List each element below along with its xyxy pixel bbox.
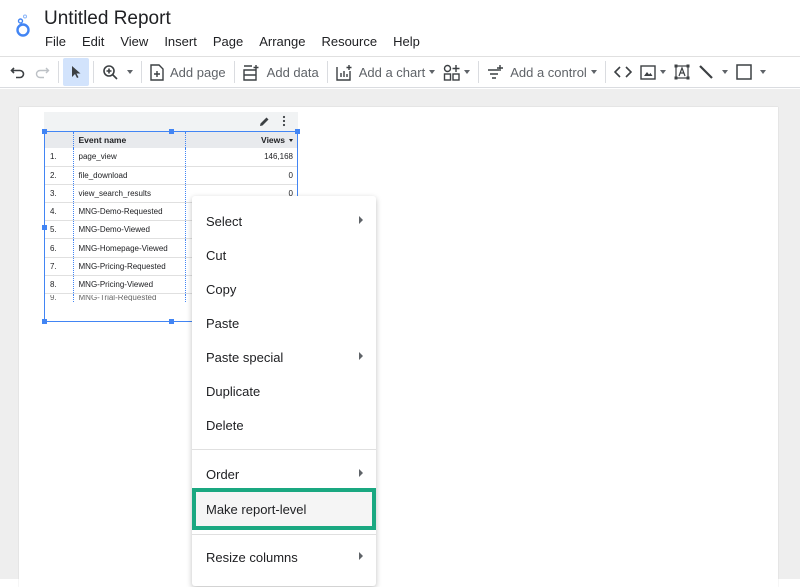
add-page-label: Add page — [170, 64, 226, 80]
menu-edit[interactable]: Edit — [74, 34, 112, 50]
menu-item-select[interactable]: Select — [192, 204, 376, 238]
looker-studio-logo-icon[interactable] — [15, 13, 33, 37]
add-chart-icon — [336, 64, 352, 81]
undo-icon — [10, 67, 25, 79]
menu-item-cut[interactable]: Cut — [192, 238, 376, 272]
zoom-button[interactable] — [98, 58, 137, 86]
menu-help[interactable]: Help — [385, 34, 428, 50]
resize-handle-left[interactable] — [42, 225, 47, 230]
menu-item-label: Order — [206, 466, 240, 482]
image-button[interactable] — [636, 58, 670, 86]
chevron-down-icon — [590, 70, 597, 74]
menu-item-label: Duplicate — [206, 383, 261, 399]
rectangle-icon — [736, 64, 752, 80]
chevron-down-icon — [429, 70, 436, 74]
toolbar-divider — [478, 61, 480, 83]
pointer-icon — [72, 66, 81, 78]
menu-item-delete[interactable]: Delete — [192, 408, 376, 442]
add-control-button[interactable]: Add a control — [483, 58, 601, 86]
chevron-down-icon — [464, 70, 471, 74]
add-data-icon — [242, 64, 259, 81]
toolbar-divider — [93, 61, 94, 83]
add-page-button[interactable]: Add page — [146, 58, 230, 86]
menu-view[interactable]: View — [112, 34, 156, 50]
chevron-down-icon — [127, 70, 133, 74]
pencil-icon[interactable] — [259, 116, 270, 127]
add-data-label: Add data — [266, 64, 319, 80]
menu-item-order[interactable]: Order — [192, 457, 376, 491]
undo-button[interactable] — [6, 58, 30, 86]
app-header: Untitled Report File Edit View Insert Pa… — [0, 0, 800, 56]
report-title[interactable]: Untitled Report — [44, 8, 171, 30]
menu-item-label: Paste special — [206, 349, 284, 365]
redo-icon — [35, 67, 50, 79]
menu-item-resize-columns[interactable]: Resize columns — [192, 540, 376, 574]
menu-resource[interactable]: Resource — [313, 34, 385, 50]
menu-item-label: Select — [206, 213, 243, 229]
toolbar-divider — [326, 61, 328, 83]
line-button[interactable] — [694, 58, 732, 86]
menu-item-label: Cut — [206, 247, 227, 263]
menu-item-label: Paste — [206, 315, 240, 331]
toolbar-divider — [141, 61, 142, 83]
toolbar: Add page Add data Add a chart Add a cont… — [0, 56, 800, 88]
community-visualizations-button[interactable] — [439, 58, 474, 86]
highlight-annotation-box — [192, 488, 376, 530]
toolbar-divider — [58, 61, 59, 83]
menu-item-paste-special[interactable]: Paste special — [192, 340, 376, 374]
text-button[interactable] — [670, 58, 694, 86]
zoom-icon — [103, 64, 118, 80]
shape-button[interactable] — [732, 58, 770, 86]
resize-handle-bottom[interactable] — [169, 319, 174, 324]
add-chart-label: Add a chart — [358, 64, 426, 80]
select-tool-button[interactable] — [63, 58, 89, 86]
add-page-icon — [150, 63, 164, 81]
resize-handle-top[interactable] — [169, 129, 174, 134]
menu-item-duplicate[interactable]: Duplicate — [192, 374, 376, 408]
menu-bar: File Edit View Insert Page Arrange Resou… — [37, 34, 428, 50]
text-box-icon — [674, 64, 690, 80]
menu-item-paste[interactable]: Paste — [192, 306, 376, 340]
toolbar-divider — [604, 61, 606, 83]
chevron-down-icon — [721, 70, 728, 74]
menu-item-label: Copy — [206, 281, 237, 297]
line-icon — [699, 65, 713, 79]
resize-handle-top-left[interactable] — [42, 129, 47, 134]
menu-item-copy[interactable]: Copy — [192, 272, 376, 306]
resize-handle-bottom-left[interactable] — [42, 319, 47, 324]
submenu-arrow-icon — [359, 469, 363, 477]
redo-button[interactable] — [30, 58, 54, 86]
code-icon — [613, 66, 632, 78]
menu-divider — [192, 449, 376, 450]
embed-url-button[interactable] — [610, 58, 636, 86]
toolbar-divider — [233, 61, 235, 83]
chevron-down-icon — [759, 70, 766, 74]
add-chart-button[interactable]: Add a chart — [332, 58, 440, 86]
menu-arrange[interactable]: Arrange — [251, 34, 313, 50]
add-data-button[interactable]: Add data — [239, 58, 323, 86]
add-control-label: Add a control — [510, 64, 587, 80]
more-vert-icon[interactable] — [282, 115, 286, 127]
resize-handle-top-right[interactable] — [295, 129, 300, 134]
menu-page[interactable]: Page — [205, 34, 251, 50]
menu-item-label: Delete — [206, 417, 244, 433]
community-visualizations-icon — [444, 64, 460, 81]
menu-file[interactable]: File — [37, 34, 74, 50]
menu-divider — [192, 534, 376, 535]
menu-item-label: Resize columns — [206, 549, 298, 565]
add-control-icon — [488, 64, 504, 79]
image-icon — [640, 64, 656, 80]
menu-insert[interactable]: Insert — [156, 34, 205, 50]
submenu-arrow-icon — [359, 216, 363, 224]
submenu-arrow-icon — [359, 552, 363, 560]
submenu-arrow-icon — [359, 352, 363, 360]
chevron-down-icon — [659, 70, 666, 74]
